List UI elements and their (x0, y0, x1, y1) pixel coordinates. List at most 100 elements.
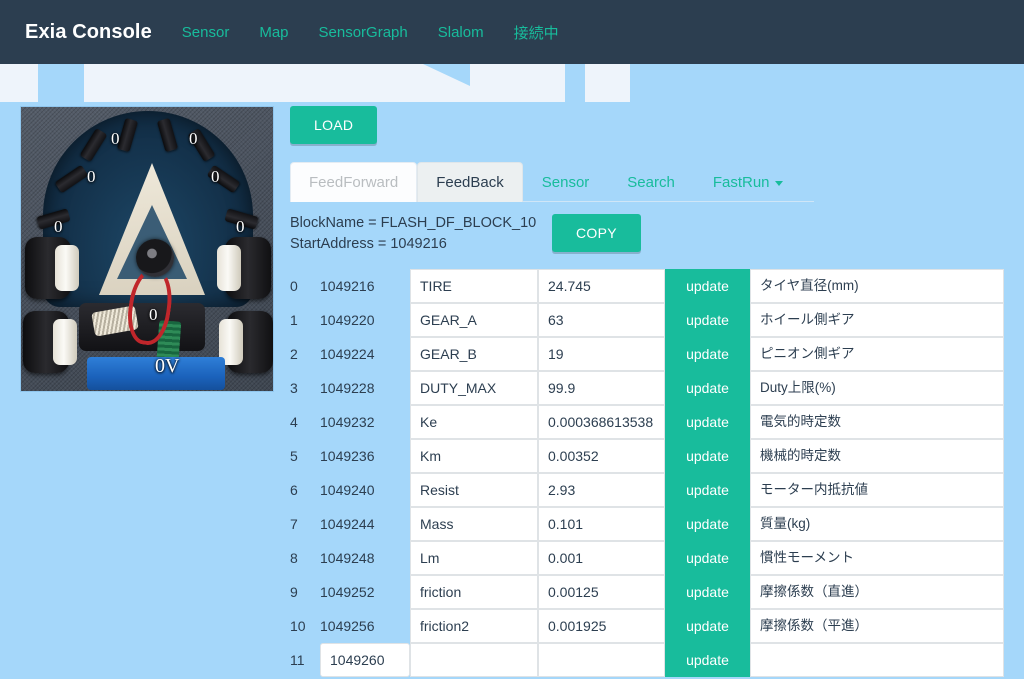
scrolled-panel-strip (0, 64, 1024, 102)
table-row: 9 1049252 friction 0.00125 update 摩擦係数（直進） (290, 575, 1004, 609)
sensor-overlay-value: 0 (211, 167, 220, 186)
update-button[interactable]: update (665, 473, 750, 507)
row-index: 8 (290, 550, 298, 566)
param-value-input[interactable]: 63 (538, 303, 665, 337)
tab-sensor[interactable]: Sensor (523, 162, 609, 202)
description-cell: モーター内抵抗値 (750, 473, 1004, 507)
param-value-input[interactable]: 0.00125 (538, 575, 665, 609)
value-cell: 0.001925 (538, 609, 665, 643)
value-cell (538, 643, 665, 677)
main-content: LOAD FeedForward FeedBack Sensor Search … (290, 106, 1004, 677)
description-cell (750, 643, 1004, 677)
name-cell: Resist (410, 473, 538, 507)
update-button[interactable]: update (665, 269, 750, 303)
param-description: モーター内抵抗値 (750, 473, 1004, 507)
nav-link-slalom[interactable]: Slalom (423, 24, 499, 41)
update-button[interactable]: update (665, 371, 750, 405)
load-button[interactable]: LOAD (290, 106, 378, 144)
table-row: 4 1049232 Ke 0.000368613538 update 電気的時定数 (290, 405, 1004, 439)
update-button[interactable]: update (665, 609, 750, 643)
update-button[interactable]: update (665, 643, 750, 677)
value-cell: 0.001 (538, 541, 665, 575)
param-description: 質量(kg) (750, 507, 1004, 541)
update-button[interactable]: update (665, 405, 750, 439)
tab-fastrun[interactable]: FastRun (694, 162, 802, 202)
param-name-input[interactable]: friction2 (410, 609, 538, 643)
description-cell: 機械的時定数 (750, 439, 1004, 473)
tab-search[interactable]: Search (608, 162, 694, 202)
param-name-input[interactable]: DUTY_MAX (410, 371, 538, 405)
param-name-input[interactable]: friction (410, 575, 538, 609)
param-name-input[interactable]: Km (410, 439, 538, 473)
block-info-text: BlockName = FLASH_DF_BLOCK_10 StartAddre… (290, 212, 552, 255)
row-index: 5 (290, 448, 298, 464)
row-address: 1049220 (320, 312, 375, 328)
tab-feedforward[interactable]: FeedForward (290, 162, 418, 202)
partial-panel-center (84, 64, 565, 102)
description-cell: Duty上限(%) (750, 371, 1004, 405)
tab-fastrun-label: FastRun (712, 174, 770, 191)
param-name-input[interactable]: GEAR_A (410, 303, 538, 337)
param-name-input[interactable]: Ke (410, 405, 538, 439)
top-navbar: Exia Console Sensor Map SensorGraph Slal… (0, 0, 1024, 64)
description-cell: 電気的時定数 (750, 405, 1004, 439)
sensor-overlay-value: 0 (189, 129, 198, 148)
param-name-input[interactable] (410, 643, 538, 677)
param-name-input[interactable]: GEAR_B (410, 337, 538, 371)
param-value-input[interactable]: 0.000368613538 (538, 405, 665, 439)
update-button[interactable]: update (665, 575, 750, 609)
name-cell: TIRE (410, 269, 538, 303)
update-button[interactable]: update (665, 337, 750, 371)
nav-link-connection-status[interactable]: 接続中 (499, 22, 574, 43)
partial-panel-right (585, 64, 630, 102)
update-cell: update (665, 303, 750, 337)
param-value-input[interactable]: 0.001925 (538, 609, 665, 643)
update-button[interactable]: update (665, 507, 750, 541)
nav-link-sensorgraph[interactable]: SensorGraph (304, 24, 423, 41)
row-index: 2 (290, 346, 298, 362)
update-button[interactable]: update (665, 541, 750, 575)
param-name-input[interactable]: Lm (410, 541, 538, 575)
nav-link-sensor[interactable]: Sensor (167, 24, 245, 41)
param-name-input[interactable]: Resist (410, 473, 538, 507)
update-cell: update (665, 473, 750, 507)
param-value-input[interactable]: 0.101 (538, 507, 665, 541)
wheel-hub-front-right (217, 245, 241, 291)
param-name-input[interactable]: Mass (410, 507, 538, 541)
update-cell: update (665, 541, 750, 575)
update-button[interactable]: update (665, 303, 750, 337)
name-cell: GEAR_A (410, 303, 538, 337)
nav-link-map[interactable]: Map (244, 24, 303, 41)
name-cell: Km (410, 439, 538, 473)
row-address: 1049232 (320, 414, 375, 430)
value-cell: 0.00125 (538, 575, 665, 609)
row-address: 1049236 (320, 448, 375, 464)
name-cell: friction (410, 575, 538, 609)
value-cell: 2.93 (538, 473, 665, 507)
row-address: 1049252 (320, 584, 375, 600)
row-index: 3 (290, 380, 298, 396)
param-value-input[interactable]: 0.001 (538, 541, 665, 575)
address-input[interactable]: 1049260 (320, 643, 410, 677)
copy-button[interactable]: COPY (552, 214, 641, 252)
param-value-input[interactable] (538, 643, 665, 677)
param-value-input[interactable]: 99.9 (538, 371, 665, 405)
start-address-line: StartAddress = 1049216 (290, 236, 447, 252)
value-cell: 0.00352 (538, 439, 665, 473)
update-button[interactable]: update (665, 439, 750, 473)
value-cell: 0.101 (538, 507, 665, 541)
param-description: 電気的時定数 (750, 405, 1004, 439)
param-description: ホイール側ギア (750, 303, 1004, 337)
param-value-input[interactable]: 24.745 (538, 269, 665, 303)
value-cell: 99.9 (538, 371, 665, 405)
update-cell: update (665, 269, 750, 303)
param-description: 摩擦係数（直進） (750, 575, 1004, 609)
tab-feedback[interactable]: FeedBack (417, 162, 523, 202)
param-value-input[interactable]: 0.00352 (538, 439, 665, 473)
partial-panel-left (0, 64, 38, 102)
param-value-input[interactable]: 2.93 (538, 473, 665, 507)
brand-title: Exia Console (25, 20, 152, 43)
param-value-input[interactable]: 19 (538, 337, 665, 371)
address-cell: 1049260 (320, 643, 410, 677)
param-name-input[interactable]: TIRE (410, 269, 538, 303)
